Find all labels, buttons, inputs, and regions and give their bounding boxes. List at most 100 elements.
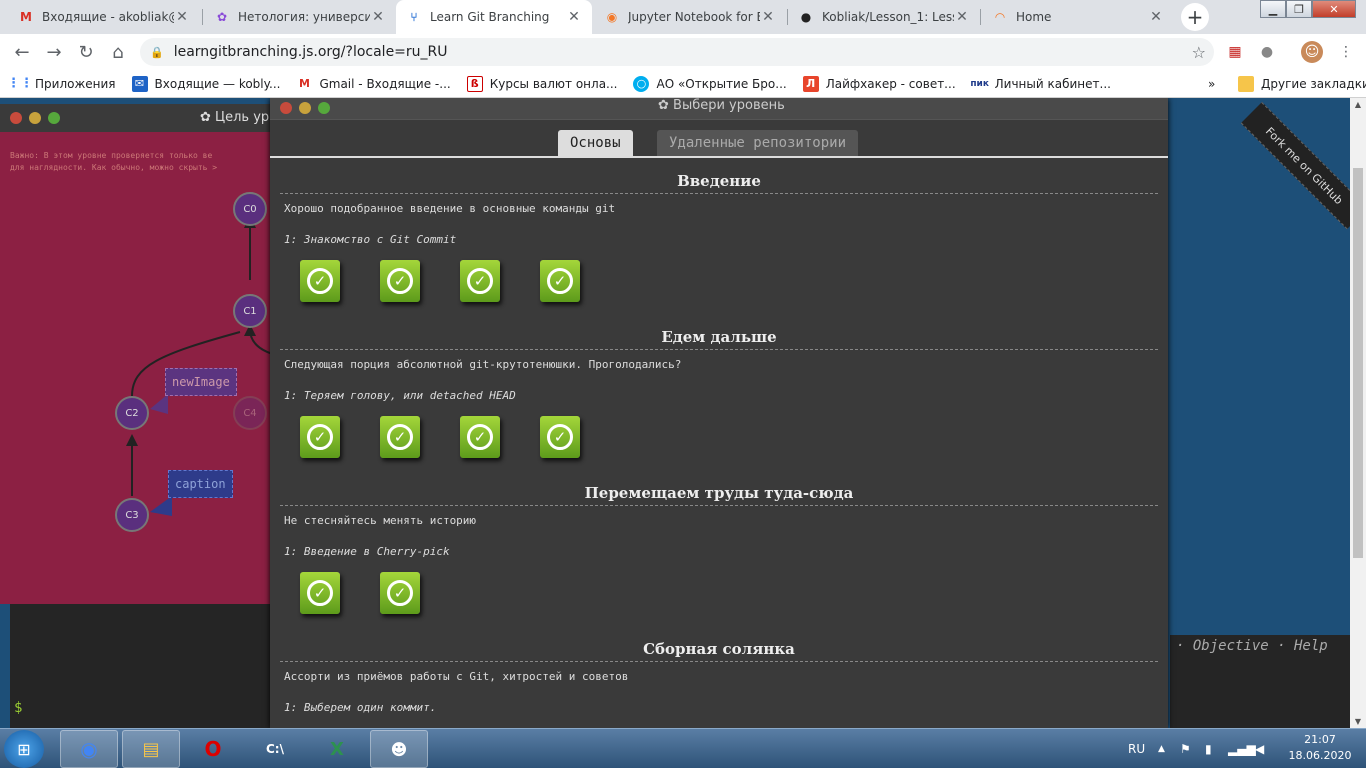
- section-title: Перемещаем труды туда-сюда: [280, 484, 1158, 506]
- level-button[interactable]: ✓: [300, 260, 340, 302]
- tab-netology[interactable]: ✿ Нетология: университет ✕: [204, 0, 396, 34]
- dialog-titlebar: ✿ Выбери уровень: [270, 98, 1168, 120]
- bookmark-apps[interactable]: ⋮⋮ Приложения: [0, 76, 124, 92]
- close-dot-icon[interactable]: [280, 102, 292, 114]
- checkmark-icon: ✓: [387, 268, 413, 294]
- close-icon[interactable]: ✕: [1148, 9, 1164, 25]
- excel-taskbar-button[interactable]: X: [308, 730, 366, 768]
- section-description: Хорошо подобранное введение в основные к…: [284, 202, 616, 215]
- system-clock[interactable]: 21:07 18.06.2020: [1280, 732, 1360, 764]
- close-icon[interactable]: ✕: [954, 9, 970, 25]
- network-icon[interactable]: ▂▄▆: [1228, 729, 1256, 768]
- tray-expand-icon[interactable]: ▲: [1158, 729, 1165, 768]
- objective-help-links[interactable]: · Objective · Help: [1170, 635, 1366, 657]
- maximize-dot-icon[interactable]: [318, 102, 330, 114]
- checkmark-icon: ✓: [547, 424, 573, 450]
- bookmark-label: Лайфхакер - совет...: [825, 76, 956, 91]
- command-terminal[interactable]: $: [10, 604, 272, 728]
- language-indicator[interactable]: RU: [1128, 729, 1145, 768]
- level-button[interactable]: ✓: [460, 260, 500, 302]
- close-icon[interactable]: ✕: [566, 9, 582, 25]
- pdf-extension-icon[interactable]: ▦: [1225, 42, 1245, 62]
- start-button[interactable]: ⊞: [4, 730, 44, 768]
- level-button[interactable]: ✓: [300, 572, 340, 614]
- tab-label: Удаленные репозитории: [669, 135, 847, 151]
- page-viewport: ✿ Цель ур Важно: В этом уровне проверяет…: [0, 98, 1366, 728]
- minimize-button[interactable]: ▁: [1260, 0, 1286, 18]
- window-close-button[interactable]: ✕: [1312, 0, 1356, 18]
- dialog-title: ✿ Выбери уровень: [658, 98, 785, 113]
- opera-taskbar-button[interactable]: O: [184, 730, 242, 768]
- tab-basics[interactable]: Основы: [558, 130, 633, 156]
- commit-node: C3: [115, 498, 149, 532]
- forward-button[interactable]: →: [38, 36, 70, 68]
- explorer-taskbar-button[interactable]: ▤: [122, 730, 180, 768]
- git-branching-icon: ⑂: [410, 10, 418, 24]
- scroll-up-icon[interactable]: ▲: [1350, 100, 1366, 109]
- bookmark-gmail[interactable]: M Gmail - Входящие -...: [288, 76, 458, 92]
- scroll-thumb[interactable]: [1353, 168, 1363, 558]
- profile-avatar[interactable]: ☺: [1301, 41, 1323, 63]
- gmail-icon: M: [298, 77, 310, 90]
- checkmark-icon: ✓: [547, 268, 573, 294]
- bookmark-pik[interactable]: пик Личный кабинет...: [964, 76, 1119, 92]
- menu-icon[interactable]: ⋮: [1336, 42, 1356, 62]
- maximize-button[interactable]: ❐: [1286, 0, 1312, 18]
- level-button[interactable]: ✓: [300, 416, 340, 458]
- home-button[interactable]: ⌂: [102, 36, 134, 68]
- clock-date: 18.06.2020: [1288, 749, 1352, 762]
- tab-learn-git-branching[interactable]: ⑂ Learn Git Branching ✕: [396, 0, 592, 34]
- commit-node: C1: [233, 294, 267, 328]
- extension-icon[interactable]: ●: [1257, 42, 1277, 62]
- bookmark-other[interactable]: Другие закладки: [1230, 75, 1366, 92]
- tab-gmail[interactable]: M Входящие - akobliak@g ✕: [8, 0, 200, 34]
- tab-remote[interactable]: Удаленные репозитории: [657, 130, 859, 156]
- tab-github[interactable]: ● Kobliak/Lesson_1: Lesson ✕: [788, 0, 980, 34]
- tab-home[interactable]: ◠ Home ✕: [982, 0, 1174, 34]
- new-tab-button[interactable]: +: [1181, 3, 1209, 31]
- github-desktop-taskbar-button[interactable]: ☻: [370, 730, 428, 768]
- close-icon[interactable]: ✕: [174, 9, 190, 25]
- back-button[interactable]: ←: [6, 36, 38, 68]
- volume-icon[interactable]: ◀: [1255, 729, 1264, 768]
- bookmark-otkritie[interactable]: ○ АО «Открытие Бро...: [625, 75, 794, 92]
- section-description: Не стесняйтесь менять историю: [284, 514, 477, 527]
- level-buttons: ✓ ✓ ✓ ✓: [280, 416, 1158, 458]
- battery-icon[interactable]: ▮: [1205, 729, 1212, 768]
- bookmark-label: Входящие — kobly...: [154, 76, 281, 91]
- checkmark-icon: ✓: [467, 268, 493, 294]
- level-section: Введение Хорошо подобранное введение в о…: [280, 172, 1158, 302]
- bookmark-label: Приложения: [35, 76, 116, 91]
- tab-jupyter[interactable]: ◉ Jupyter Notebook for Be ✕: [594, 0, 786, 34]
- level-button[interactable]: ✓: [380, 572, 420, 614]
- level-button[interactable]: ✓: [460, 416, 500, 458]
- level-button[interactable]: ✓: [540, 260, 580, 302]
- netology-icon: ✿: [216, 10, 228, 24]
- scroll-down-icon[interactable]: ▼: [1350, 717, 1366, 726]
- bookmark-currency[interactable]: ß Курсы валют онла...: [459, 75, 626, 92]
- chevron-right-icon: »: [1208, 76, 1216, 91]
- cmd-taskbar-button[interactable]: C:\: [246, 730, 304, 768]
- close-icon[interactable]: ✕: [370, 9, 386, 25]
- bookmark-label: Курсы валют онла...: [489, 76, 618, 91]
- reload-button[interactable]: ↻: [70, 36, 102, 68]
- close-icon[interactable]: ✕: [760, 9, 776, 25]
- level-button[interactable]: ✓: [380, 260, 420, 302]
- gmail-icon: M: [20, 10, 32, 24]
- checkmark-icon: ✓: [307, 580, 333, 606]
- level-button[interactable]: ✓: [380, 416, 420, 458]
- browser-toolbar: ← → ↻ ⌂ 🔒 learngitbranching.js.org/?loca…: [0, 34, 1366, 70]
- bookmark-lifehacker[interactable]: Л Лайфхакер - совет...: [795, 75, 964, 92]
- bookmark-mail[interactable]: ✉ Входящие — kobly...: [124, 75, 289, 92]
- level-button[interactable]: ✓: [540, 416, 580, 458]
- bookmark-star-icon[interactable]: ☆: [1192, 43, 1206, 62]
- page-scrollbar[interactable]: ▲ ▼: [1350, 98, 1366, 728]
- bookmarks-more-button[interactable]: »: [1200, 77, 1223, 91]
- minimize-dot-icon[interactable]: [299, 102, 311, 114]
- action-center-icon[interactable]: ⚑: [1180, 729, 1191, 768]
- chrome-taskbar-button[interactable]: ◉: [60, 730, 118, 768]
- checkmark-icon: ✓: [387, 424, 413, 450]
- address-bar[interactable]: 🔒 learngitbranching.js.org/?locale=ru_RU…: [140, 38, 1214, 66]
- fork-on-github-ribbon[interactable]: Fork me on GitHub: [1240, 102, 1366, 230]
- folder-icon: [1238, 75, 1254, 92]
